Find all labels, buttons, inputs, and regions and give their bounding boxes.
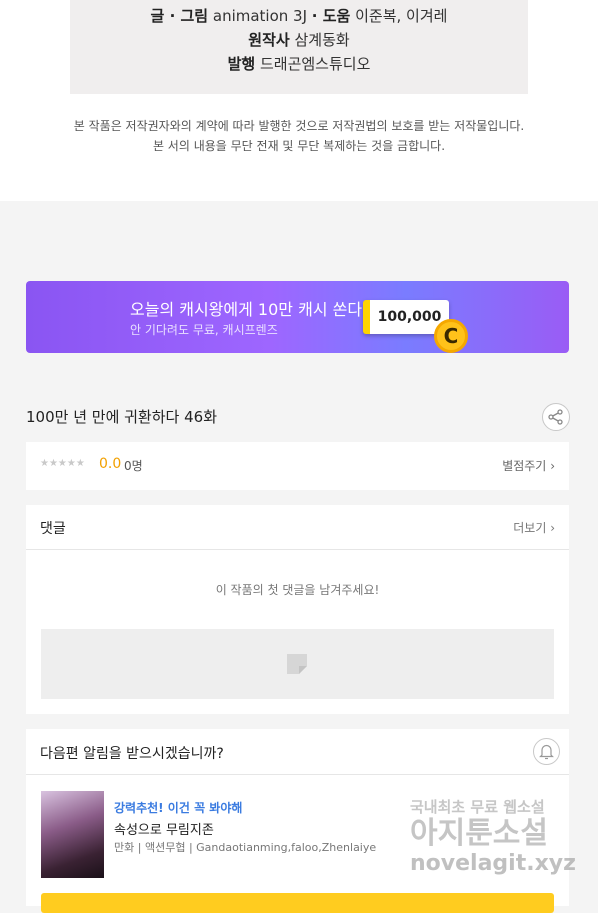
recommend-subgenre: 액션무협 — [144, 841, 186, 854]
rating-bar: ★★★★★ 0.0 0명 별점주기 › — [26, 442, 569, 490]
share-button[interactable] — [542, 403, 570, 431]
notify-question: 다음편 알림을 받으시겠습니까? — [40, 746, 224, 762]
comments-header: 댓글 더보기 › — [26, 505, 569, 550]
recommend-tag: 강력추천! 이건 꼭 봐야해 — [114, 801, 243, 815]
meta-divider: | — [137, 841, 145, 854]
comment-placeholder-icon — [287, 654, 307, 674]
credit-value-original: 삼계동화 — [294, 31, 350, 49]
comments-more-button[interactable]: 더보기 › — [513, 519, 555, 536]
cash-event-banner[interactable]: 오늘의 캐시왕에게 10만 캐시 쏜다! 안 기다려도 무료, 캐시프렌즈 10… — [26, 281, 569, 353]
banner-headline: 오늘의 캐시왕에게 10만 캐시 쏜다! — [130, 300, 369, 319]
comment-input-box[interactable] — [41, 629, 554, 699]
credit-label-art: 글 · 그림 — [150, 7, 209, 25]
watermark-line-2: 아지툰소설 — [410, 816, 548, 851]
copyright-line-1: 본 작품은 저작권자와의 계약에 따라 발행한 것으로 저작권법의 보호를 받는… — [73, 119, 525, 133]
recommend-title[interactable]: 속성으로 무림지존 — [114, 819, 214, 838]
coin-icon: C — [434, 319, 468, 353]
bell-icon — [539, 744, 554, 760]
credit-label-publisher: 발행 — [227, 55, 256, 73]
recommend-authors: Gandaotianming,faloo,Zhenlaiye — [196, 841, 377, 854]
credit-row-publisher: 발행 드래곤엠스튜디오 — [70, 52, 528, 76]
watermark-line-3: novelagit.xyz — [410, 851, 576, 876]
comments-more-label: 더보기 — [513, 521, 547, 535]
comments-empty-text: 이 작품의 첫 댓글을 남겨주세요! — [215, 583, 380, 597]
watermark: 국내최초 무료 웹소설 아지툰소설 novelagit.xyz — [410, 796, 580, 876]
rating-count: 0명 — [124, 459, 143, 473]
episode-title: 100만 년 만에 귀환하다 46화 — [26, 408, 217, 426]
credit-value-help: 이준복, 이겨레 — [355, 7, 448, 25]
notify-bell-button[interactable] — [533, 738, 560, 765]
credit-value-publisher: 드래곤엠스튜디오 — [259, 55, 371, 73]
chevron-right-icon: › — [550, 521, 555, 535]
recommend-meta: 만화 | 액션무협 | Gandaotianming,faloo,Zhenlai… — [114, 839, 376, 855]
banner-subline: 안 기다려도 무료, 캐시프렌즈 — [130, 323, 278, 337]
copyright-notice: 본 작품은 저작권자와의 계약에 따라 발행한 것으로 저작권법의 보호를 받는… — [0, 116, 598, 156]
share-icon — [548, 409, 563, 425]
recommend-genre: 만화 — [114, 841, 135, 854]
credit-label-original: 원작사 — [248, 31, 290, 49]
credits-section: 글 · 그림 animation 3J · 도움 이준복, 이겨레 원작사 삼계… — [0, 0, 598, 201]
comments-label: 댓글 — [40, 521, 66, 537]
rate-button[interactable]: 별점주기 › — [502, 457, 555, 474]
comments-section: 댓글 더보기 › 이 작품의 첫 댓글을 남겨주세요! — [26, 505, 569, 714]
notify-cta-button[interactable] — [41, 893, 554, 913]
notify-header: 다음편 알림을 받으시겠습니까? — [26, 729, 569, 775]
recommend-thumbnail[interactable] — [41, 791, 104, 878]
rate-button-label: 별점주기 — [502, 459, 547, 473]
chevron-right-icon: › — [550, 459, 555, 473]
credits-box: 글 · 그림 animation 3J · 도움 이준복, 이겨레 원작사 삼계… — [70, 0, 528, 94]
copyright-line-2: 본 서의 내용을 무단 전재 및 무단 복제하는 것을 금합니다. — [152, 139, 446, 153]
credit-row-original: 원작사 삼계동화 — [70, 28, 528, 52]
rating-score: 0.0 — [99, 456, 122, 472]
watermark-line-1: 국내최초 무료 웹소설 — [410, 798, 545, 816]
rating-stars: ★★★★★ — [40, 458, 85, 469]
credit-row-art: 글 · 그림 animation 3J · 도움 이준복, 이겨레 — [70, 4, 528, 28]
credit-value-art: animation 3J — [212, 7, 308, 25]
credit-label-help: · 도움 — [311, 7, 351, 25]
